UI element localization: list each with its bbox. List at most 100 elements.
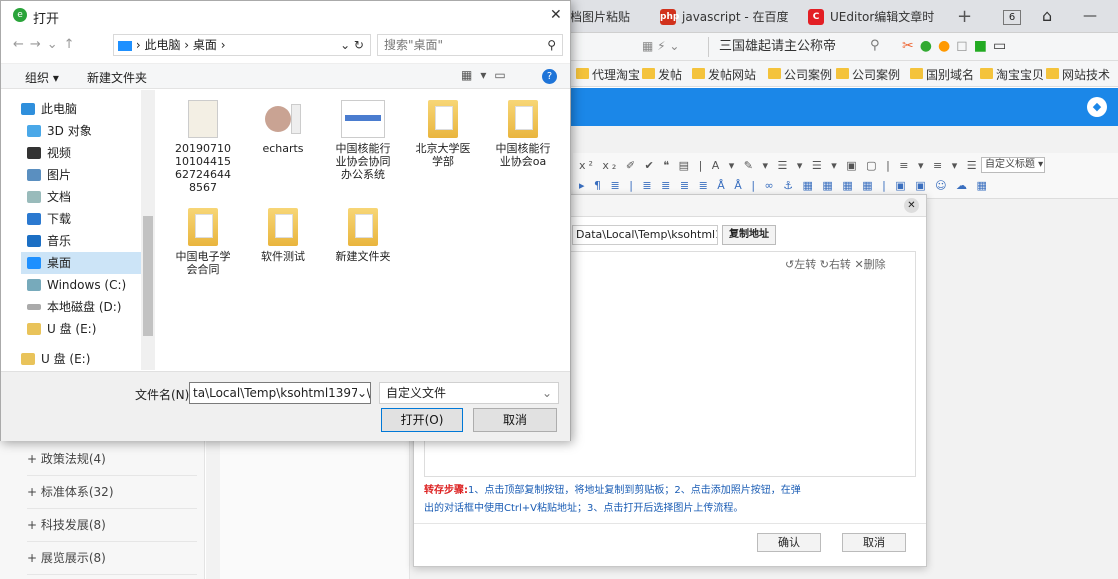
nav-desktop[interactable]: 桌面: [21, 252, 151, 274]
nav-label: 文档: [47, 190, 72, 204]
desktop-icon: [27, 257, 41, 269]
hint-line1: 1、点击顶部复制按钮，将地址复制到剪贴板；2、点击添加照片按钮，在弹: [468, 485, 801, 496]
file-list: 20190710 10104415 62724644 8567 echarts …: [158, 90, 570, 370]
filetype-value: 自定义文件: [386, 386, 447, 400]
nav-label: Windows (C:): [47, 278, 127, 292]
bookmark-item[interactable]: 代理淘宝: [576, 66, 640, 83]
bookmark-item[interactable]: 公司案例: [768, 66, 832, 83]
nav-music[interactable]: 音乐: [27, 230, 71, 252]
search-placeholder: 搜索"桌面": [384, 38, 444, 52]
navigation-pane: 此电脑 3D 对象 视频 图片 文档 下载 音乐 桌面 Windows (C:)…: [1, 90, 157, 370]
usb-drive-icon: [27, 323, 41, 335]
nav-usb-e-root[interactable]: U 盘 (E:): [21, 348, 90, 370]
file-name: 中国核能行 业协会oa: [495, 142, 551, 168]
file-item[interactable]: 中国电子学 会合同: [164, 208, 242, 276]
nav-buttons[interactable]: ←→⌄↑: [13, 37, 81, 52]
open-button[interactable]: 打开(O): [381, 408, 463, 432]
help-icon[interactable]: ?: [542, 69, 557, 84]
usb-drive-icon: [21, 353, 35, 365]
hint-prefix: 转存步骤:: [424, 485, 468, 496]
bookmark-item[interactable]: 发帖: [642, 66, 682, 83]
bookmark-item[interactable]: 国别域名: [910, 66, 974, 83]
folder-icon: [268, 208, 298, 246]
minimize-button[interactable]: —: [1083, 8, 1097, 24]
category-item[interactable]: + 标准体系(32): [27, 476, 197, 509]
tab-count-badge[interactable]: 6: [1003, 10, 1021, 25]
nav-this-pc[interactable]: 此电脑: [21, 98, 77, 120]
tab-label: UEditor编辑文章时: [830, 10, 935, 24]
view-icons[interactable]: ▦▾▭: [461, 68, 514, 82]
file-item[interactable]: 中国核能行 业协会协同 办公系统: [324, 100, 402, 181]
file-name: 20190710 10104415 62724644 8567: [175, 142, 231, 194]
tab-javascript[interactable]: php javascript - 在百度: [660, 5, 795, 29]
rotate-left-button[interactable]: 左转: [794, 258, 816, 271]
bookmark-item[interactable]: 发帖网站: [692, 66, 756, 83]
search-hint-text[interactable]: 三国雄起请主公称帝: [708, 37, 836, 57]
nav-usb-e[interactable]: U 盘 (E:): [27, 318, 96, 340]
nav-downloads[interactable]: 下载: [27, 208, 71, 230]
upload-cancel-button[interactable]: 取消: [842, 533, 906, 552]
refresh-icon[interactable]: ⌄ ↻: [340, 35, 364, 55]
breadcrumb-item[interactable]: 此电脑: [144, 38, 180, 52]
copy-address-button[interactable]: 复制地址: [722, 225, 776, 245]
new-tab-button[interactable]: +: [957, 6, 972, 27]
nav-pictures[interactable]: 图片: [27, 164, 71, 186]
format-buttons-row2[interactable]: ▸ ¶ ≣ | ≣ ≣ ≣ ≣ Å Å | ∞ ⚓ ▦ ▦ ▦ ▦ | ▣ ▣ …: [579, 179, 990, 192]
nav-label: U 盘 (E:): [47, 322, 97, 336]
nav-scrollbar[interactable]: [141, 90, 155, 370]
nav-drive-c[interactable]: Windows (C:): [27, 274, 126, 296]
filename-input[interactable]: ta\Local\Temp\ksohtml13976\ ⌄: [189, 382, 371, 404]
filetype-select[interactable]: 自定义文件 ⌄: [379, 382, 559, 404]
file-open-dialog: e 打开 ✕ ←→⌄↑ › 此电脑 › 桌面 › ⌄ ↻ 搜索"桌面" ⚲ 组织…: [0, 0, 571, 441]
nav-documents[interactable]: 文档: [27, 186, 71, 208]
bookmark-item[interactable]: 网站技术: [1046, 66, 1110, 83]
temp-path-field[interactable]: Data\Local\Temp\ksohtml139: [572, 225, 718, 245]
picture-icon: [27, 169, 41, 181]
disk-icon: [27, 304, 41, 310]
new-folder-button[interactable]: 新建文件夹: [87, 69, 147, 86]
delete-icon: ✕: [854, 258, 864, 271]
breadcrumb-item[interactable]: 桌面: [193, 38, 217, 52]
category-item[interactable]: + 科技发展(8): [27, 509, 197, 542]
php-icon: php: [660, 9, 679, 25]
close-dialog-button[interactable]: ✕: [550, 7, 562, 23]
nav-videos[interactable]: 视频: [27, 142, 71, 164]
file-item[interactable]: echarts: [244, 100, 322, 155]
rotate-right-button[interactable]: 右转: [829, 258, 851, 271]
search-icon[interactable]: ⚲: [870, 38, 880, 53]
folder-icon: [348, 208, 378, 246]
nav-drive-d[interactable]: 本地磁盘 (D:): [27, 296, 121, 318]
user-avatar-icon[interactable]: ◆: [1087, 97, 1107, 117]
file-item[interactable]: 中国核能行 业协会oa: [484, 100, 562, 168]
breadcrumb[interactable]: › 此电脑 › 桌面 › ⌄ ↻: [113, 34, 371, 56]
extension-icons[interactable]: ✂●●◻■▭: [902, 38, 1012, 54]
file-item[interactable]: 软件测试: [244, 208, 322, 263]
dialog-footer: 文件名(N): ta\Local\Temp\ksohtml13976\ ⌄ 自定义…: [1, 371, 570, 441]
file-item[interactable]: 北京大学医 学部: [404, 100, 482, 168]
file-name: 中国核能行 业协会协同 办公系统: [335, 142, 391, 181]
format-buttons-row1[interactable]: x² x₂ ✐ ✔ ❝ ▤ | A ▾ ✎ ▾ ☰ ▾ ☰ ▾ ▣ ▢ | ≡ …: [579, 159, 995, 172]
search-input[interactable]: 搜索"桌面" ⚲: [377, 34, 563, 56]
category-item[interactable]: + 政策法规(4): [27, 443, 197, 476]
file-item[interactable]: 20190710 10104415 62724644 8567: [164, 100, 242, 194]
delete-button[interactable]: 删除: [864, 258, 886, 271]
cancel-button[interactable]: 取消: [473, 408, 557, 432]
windows-drive-icon: [27, 279, 41, 291]
close-icon[interactable]: ✕: [904, 198, 919, 213]
divider: [414, 523, 926, 524]
scrollbar-thumb[interactable]: [143, 216, 153, 336]
tab-paste[interactable]: 档图片粘贴: [570, 5, 650, 29]
category-item[interactable]: + 展览展示(8): [27, 542, 197, 575]
nav-3d-objects[interactable]: 3D 对象: [27, 120, 92, 142]
bookmark-item[interactable]: 公司案例: [836, 66, 900, 83]
apps-icon[interactable]: ▦ ⚡ ⌄: [642, 39, 679, 53]
tab-ueditor[interactable]: C UEditor编辑文章时: [808, 5, 943, 29]
chevron-down-icon[interactable]: ⌄: [356, 383, 367, 403]
file-item[interactable]: 新建文件夹: [324, 208, 402, 263]
bookmark-item[interactable]: 淘宝宝贝: [980, 66, 1044, 83]
shirt-icon[interactable]: ⌂: [1042, 6, 1052, 25]
organize-button[interactable]: 组织 ▾: [25, 69, 59, 86]
file-name: echarts: [262, 142, 304, 155]
confirm-button[interactable]: 确认: [757, 533, 821, 552]
heading-select[interactable]: 自定义标题 ▾: [981, 157, 1045, 173]
